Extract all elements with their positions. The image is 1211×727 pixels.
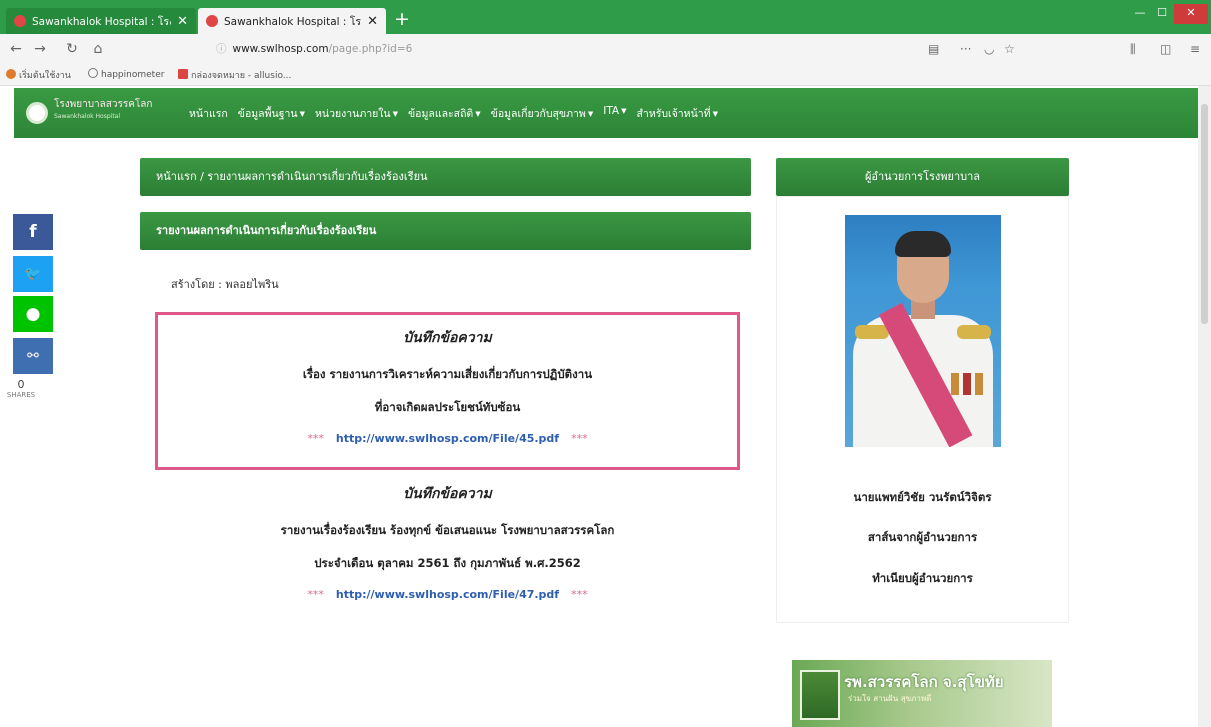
close-tab-icon[interactable]: ✕ bbox=[177, 14, 188, 29]
library-icon[interactable]: ⫼ bbox=[1130, 39, 1136, 59]
hospital-logo-icon[interactable] bbox=[26, 102, 48, 124]
author-line: สร้างโดย : พลอยไพริน bbox=[171, 278, 279, 291]
gmail-icon bbox=[178, 69, 188, 79]
director-history-link[interactable]: ทำเนียบผู้อำนวยการ bbox=[776, 570, 1069, 588]
memo-subject: เรื่อง รายงานการวิเคราะห์ความเสี่ยงเกี่ย… bbox=[302, 367, 593, 381]
memo-subject: รายงานเรื่องร้องเรียน ร้องทุกข์ ข้อเสนอแ… bbox=[280, 523, 615, 537]
browser-navbar: ← → ↻ ⌂ ⓘ www.swlhosp.com/page.php?id=6 ▤… bbox=[0, 34, 1211, 64]
reload-icon[interactable]: ↻ bbox=[62, 39, 82, 59]
sidebar-title: ผู้อำนวยการโรงพยาบาล bbox=[776, 158, 1069, 196]
site-logo-sub: Sawankhalok Hospital bbox=[54, 113, 121, 120]
bookmark-item[interactable]: happinometer bbox=[88, 68, 164, 80]
site-header: โรงพยาบาลสวรรคโลก Sawankhalok Hospital ห… bbox=[14, 88, 1198, 138]
director-photo bbox=[845, 215, 1001, 447]
globe-icon bbox=[88, 68, 98, 78]
caret-down-icon: ▼ bbox=[475, 110, 481, 118]
banner-subtitle: ร่วมใจ สานฝัน สุขภาพดี bbox=[848, 694, 932, 703]
twitter-share-icon[interactable]: 🐦 bbox=[13, 256, 53, 292]
menu-item-statistics[interactable]: ข้อมูลและสถิติ ▼ bbox=[408, 105, 481, 122]
main-menu: หน้าแรก ข้อมูลพื้นฐาน ▼ หน่วยงานภายใน ▼ ข้… bbox=[189, 105, 718, 122]
hospital-favicon-icon bbox=[14, 15, 26, 27]
share-count: 0 bbox=[17, 378, 25, 391]
memo-subject-cont: ประจำเดือน ตุลาคม 2561 ถึง กุมภาพันธ์ พ.… bbox=[314, 556, 581, 570]
breadcrumb[interactable]: หน้าแรก / รายงานผลการดำเนินการเกี่ยวกับเ… bbox=[140, 158, 751, 196]
bookmark-item[interactable]: กล่องจดหมาย - allusio... bbox=[178, 68, 291, 82]
memo-title: บันทึกข้อความ bbox=[403, 486, 492, 502]
director-message-link[interactable]: สาส์นจากผู้อำนวยการ bbox=[776, 529, 1069, 547]
tab-title: Sawankhalok Hospital : โรงพ... bbox=[32, 15, 171, 28]
forward-arrow-icon[interactable]: → bbox=[30, 39, 50, 59]
banner-title: รพ.สวรรคโลก จ.สุโขทัย bbox=[844, 673, 1004, 691]
line-share-icon[interactable]: ● bbox=[13, 296, 53, 332]
memo-file-link[interactable]: *** http://www.swlhosp.com/File/45.pdf *** bbox=[155, 432, 740, 445]
menu-item-departments[interactable]: หน่วยงานภายใน ▼ bbox=[315, 105, 398, 122]
back-arrow-icon[interactable]: ← bbox=[6, 39, 26, 59]
hospital-banner[interactable]: รพ.สวรรคโลก จ.สุโขทัย ร่วมใจ สานฝัน สุขภ… bbox=[792, 660, 1052, 727]
director-name: นายแพทย์วิชัย วนรัตน์วิจิตร bbox=[853, 490, 992, 504]
caret-down-icon: ▼ bbox=[587, 110, 594, 118]
page-scrollbar[interactable] bbox=[1198, 86, 1211, 727]
sidebar-toggle-icon[interactable]: ◫ bbox=[1160, 39, 1171, 59]
hamburger-menu-icon[interactable]: ≡ bbox=[1190, 39, 1200, 59]
url-host: www.swlhosp.com bbox=[232, 43, 329, 55]
memo-subject-cont: ที่อาจเกิดผลประโยชน์ทับซ้อน bbox=[374, 400, 521, 414]
browser-titlebar: Sawankhalok Hospital : โรงพ... ✕ Sawankh… bbox=[0, 0, 1211, 34]
page-actions-icon[interactable]: ··· bbox=[960, 39, 971, 59]
firefox-icon bbox=[6, 69, 16, 79]
browser-tab-2[interactable]: Sawankhalok Hospital : โรงพ... ✕ bbox=[198, 8, 386, 34]
banner-image bbox=[800, 670, 840, 720]
share-label: SHARES bbox=[6, 391, 36, 399]
url-bar[interactable]: ⓘ www.swlhosp.com/page.php?id=6 bbox=[216, 39, 656, 59]
caret-down-icon: ▼ bbox=[712, 110, 718, 118]
memo-title: บันทึกข้อความ bbox=[403, 330, 492, 346]
minimize-icon[interactable]: — bbox=[1130, 4, 1150, 24]
caret-down-icon: ▼ bbox=[392, 110, 398, 118]
close-window-icon[interactable]: ✕ bbox=[1174, 4, 1208, 24]
panel-title: รายงานผลการดำเนินการเกี่ยวกับเรื่องร้องเ… bbox=[140, 212, 751, 250]
bookmark-item[interactable]: เริ่มต้นใช้งาน bbox=[6, 68, 71, 82]
caret-down-icon: ▼ bbox=[621, 107, 627, 115]
menu-item-home[interactable]: หน้าแรก bbox=[189, 105, 228, 122]
menu-item-health-info[interactable]: ข้อมูลเกี่ยวกับสุขภาพ ▼ bbox=[491, 105, 594, 122]
url-path: /page.php?id=6 bbox=[328, 43, 413, 55]
site-logo-name[interactable]: โรงพยาบาลสวรรคโลก bbox=[54, 99, 153, 111]
copy-link-icon[interactable]: ⚯ bbox=[13, 338, 53, 374]
bookmark-star-icon[interactable]: ☆ bbox=[1004, 39, 1015, 59]
new-tab-button[interactable]: + bbox=[392, 9, 412, 31]
bookmarks-toolbar: เริ่มต้นใช้งาน happinometer กล่องจดหมาย … bbox=[0, 64, 1211, 86]
menu-item-ita[interactable]: ITA ▼ bbox=[603, 105, 626, 122]
home-icon[interactable]: ⌂ bbox=[88, 39, 108, 59]
hospital-favicon-icon bbox=[206, 15, 218, 27]
browser-tab-1[interactable]: Sawankhalok Hospital : โรงพ... ✕ bbox=[6, 8, 196, 34]
caret-down-icon: ▼ bbox=[299, 110, 305, 118]
pocket-icon[interactable]: ◡ bbox=[984, 39, 994, 59]
menu-item-staff[interactable]: สำหรับเจ้าหน้าที่ ▼ bbox=[637, 105, 718, 122]
info-icon: ⓘ bbox=[216, 43, 227, 55]
facebook-share-icon[interactable]: f bbox=[13, 214, 53, 250]
close-tab-icon[interactable]: ✕ bbox=[367, 14, 378, 29]
menu-item-basic-info[interactable]: ข้อมูลพื้นฐาน ▼ bbox=[238, 105, 305, 122]
memo-file-link[interactable]: *** http://www.swlhosp.com/File/47.pdf *** bbox=[155, 588, 740, 601]
tab-title: Sawankhalok Hospital : โรงพ... bbox=[224, 15, 362, 28]
scrollbar-thumb[interactable] bbox=[1201, 104, 1208, 324]
maximize-icon[interactable]: ☐ bbox=[1150, 4, 1174, 24]
reader-view-icon[interactable]: ▤ bbox=[928, 39, 939, 59]
